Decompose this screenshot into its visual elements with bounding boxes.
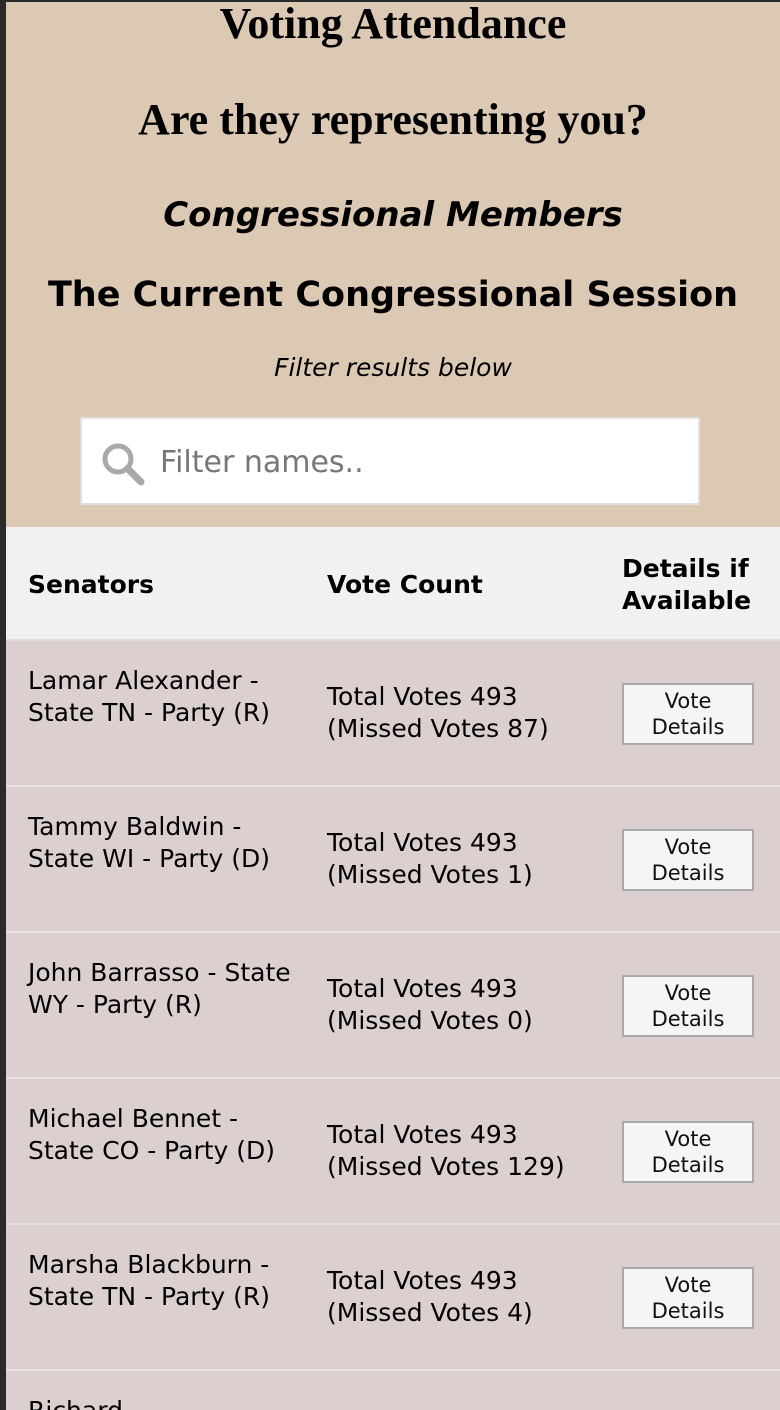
missed-votes: (Missed Votes 87) xyxy=(327,714,549,743)
missed-votes: (Missed Votes 4) xyxy=(327,1298,533,1327)
total-votes: Total Votes 493 xyxy=(327,1266,518,1295)
vote-details-button[interactable]: Vote Details xyxy=(622,1267,754,1329)
table-header: Senators Vote Count Details if Available xyxy=(6,527,780,641)
table-row: Michael Bennet - State CO - Party (D) To… xyxy=(6,1079,780,1225)
section-title: Congressional Members xyxy=(163,195,623,235)
senator-name: Marsha Blackburn - State TN - Party (R) xyxy=(28,1250,270,1311)
senator-name: Lamar Alexander - State TN - Party (R) xyxy=(28,666,270,727)
session-title: The Current Congressional Session xyxy=(47,275,739,315)
vote-details-button[interactable]: Vote Details xyxy=(622,975,754,1037)
search-icon xyxy=(102,443,145,486)
senator-name: John Barrasso - State WY - Party (R) xyxy=(28,958,291,1019)
vote-count: Total Votes 493 (Missed Votes 87) xyxy=(327,681,587,745)
table-row: Richard xyxy=(6,1371,780,1410)
vote-count: Total Votes 493 (Missed Votes 0) xyxy=(327,973,587,1037)
page-title: Voting Attendance xyxy=(219,0,567,48)
vote-count: Total Votes 493 (Missed Votes 4) xyxy=(327,1265,587,1329)
vote-count: Total Votes 493 (Missed Votes 1) xyxy=(327,827,587,891)
table-row: Tammy Baldwin - State WI - Party (D) Tot… xyxy=(6,787,780,933)
senator-name: Richard xyxy=(28,1395,298,1410)
vote-details-button[interactable]: Vote Details xyxy=(622,683,754,745)
vote-count: Total Votes 493 (Missed Votes 129) xyxy=(327,1119,587,1183)
column-header-senators: Senators xyxy=(28,570,154,599)
vote-details-button[interactable]: Vote Details xyxy=(622,1121,754,1183)
total-votes: Total Votes 493 xyxy=(327,974,518,1003)
senator-name: Tammy Baldwin - State WI - Party (D) xyxy=(28,812,270,873)
column-header-details: Details if Available xyxy=(622,554,752,615)
table-row: John Barrasso - State WY - Party (R) Tot… xyxy=(6,933,780,1079)
total-votes: Total Votes 493 xyxy=(327,1120,518,1149)
filter-note: Filter results below xyxy=(274,353,512,382)
page-header: Voting Attendance Are they representing … xyxy=(6,0,780,527)
vote-details-button[interactable]: Vote Details xyxy=(622,829,754,891)
column-header-vote-count: Vote Count xyxy=(327,570,483,599)
senators-table: Senators Vote Count Details if Available… xyxy=(6,527,780,1410)
missed-votes: (Missed Votes 129) xyxy=(327,1152,565,1181)
search-input[interactable] xyxy=(160,433,680,491)
total-votes: Total Votes 493 xyxy=(327,828,518,857)
table-row: Lamar Alexander - State TN - Party (R) T… xyxy=(6,641,780,787)
search-box[interactable] xyxy=(80,417,700,505)
total-votes: Total Votes 493 xyxy=(327,682,518,711)
page-subtitle: Are they representing you? xyxy=(138,95,648,144)
senator-name: Michael Bennet - State CO - Party (D) xyxy=(28,1104,276,1165)
missed-votes: (Missed Votes 1) xyxy=(327,860,533,889)
missed-votes: (Missed Votes 0) xyxy=(327,1006,533,1035)
table-row: Marsha Blackburn - State TN - Party (R) … xyxy=(6,1225,780,1371)
